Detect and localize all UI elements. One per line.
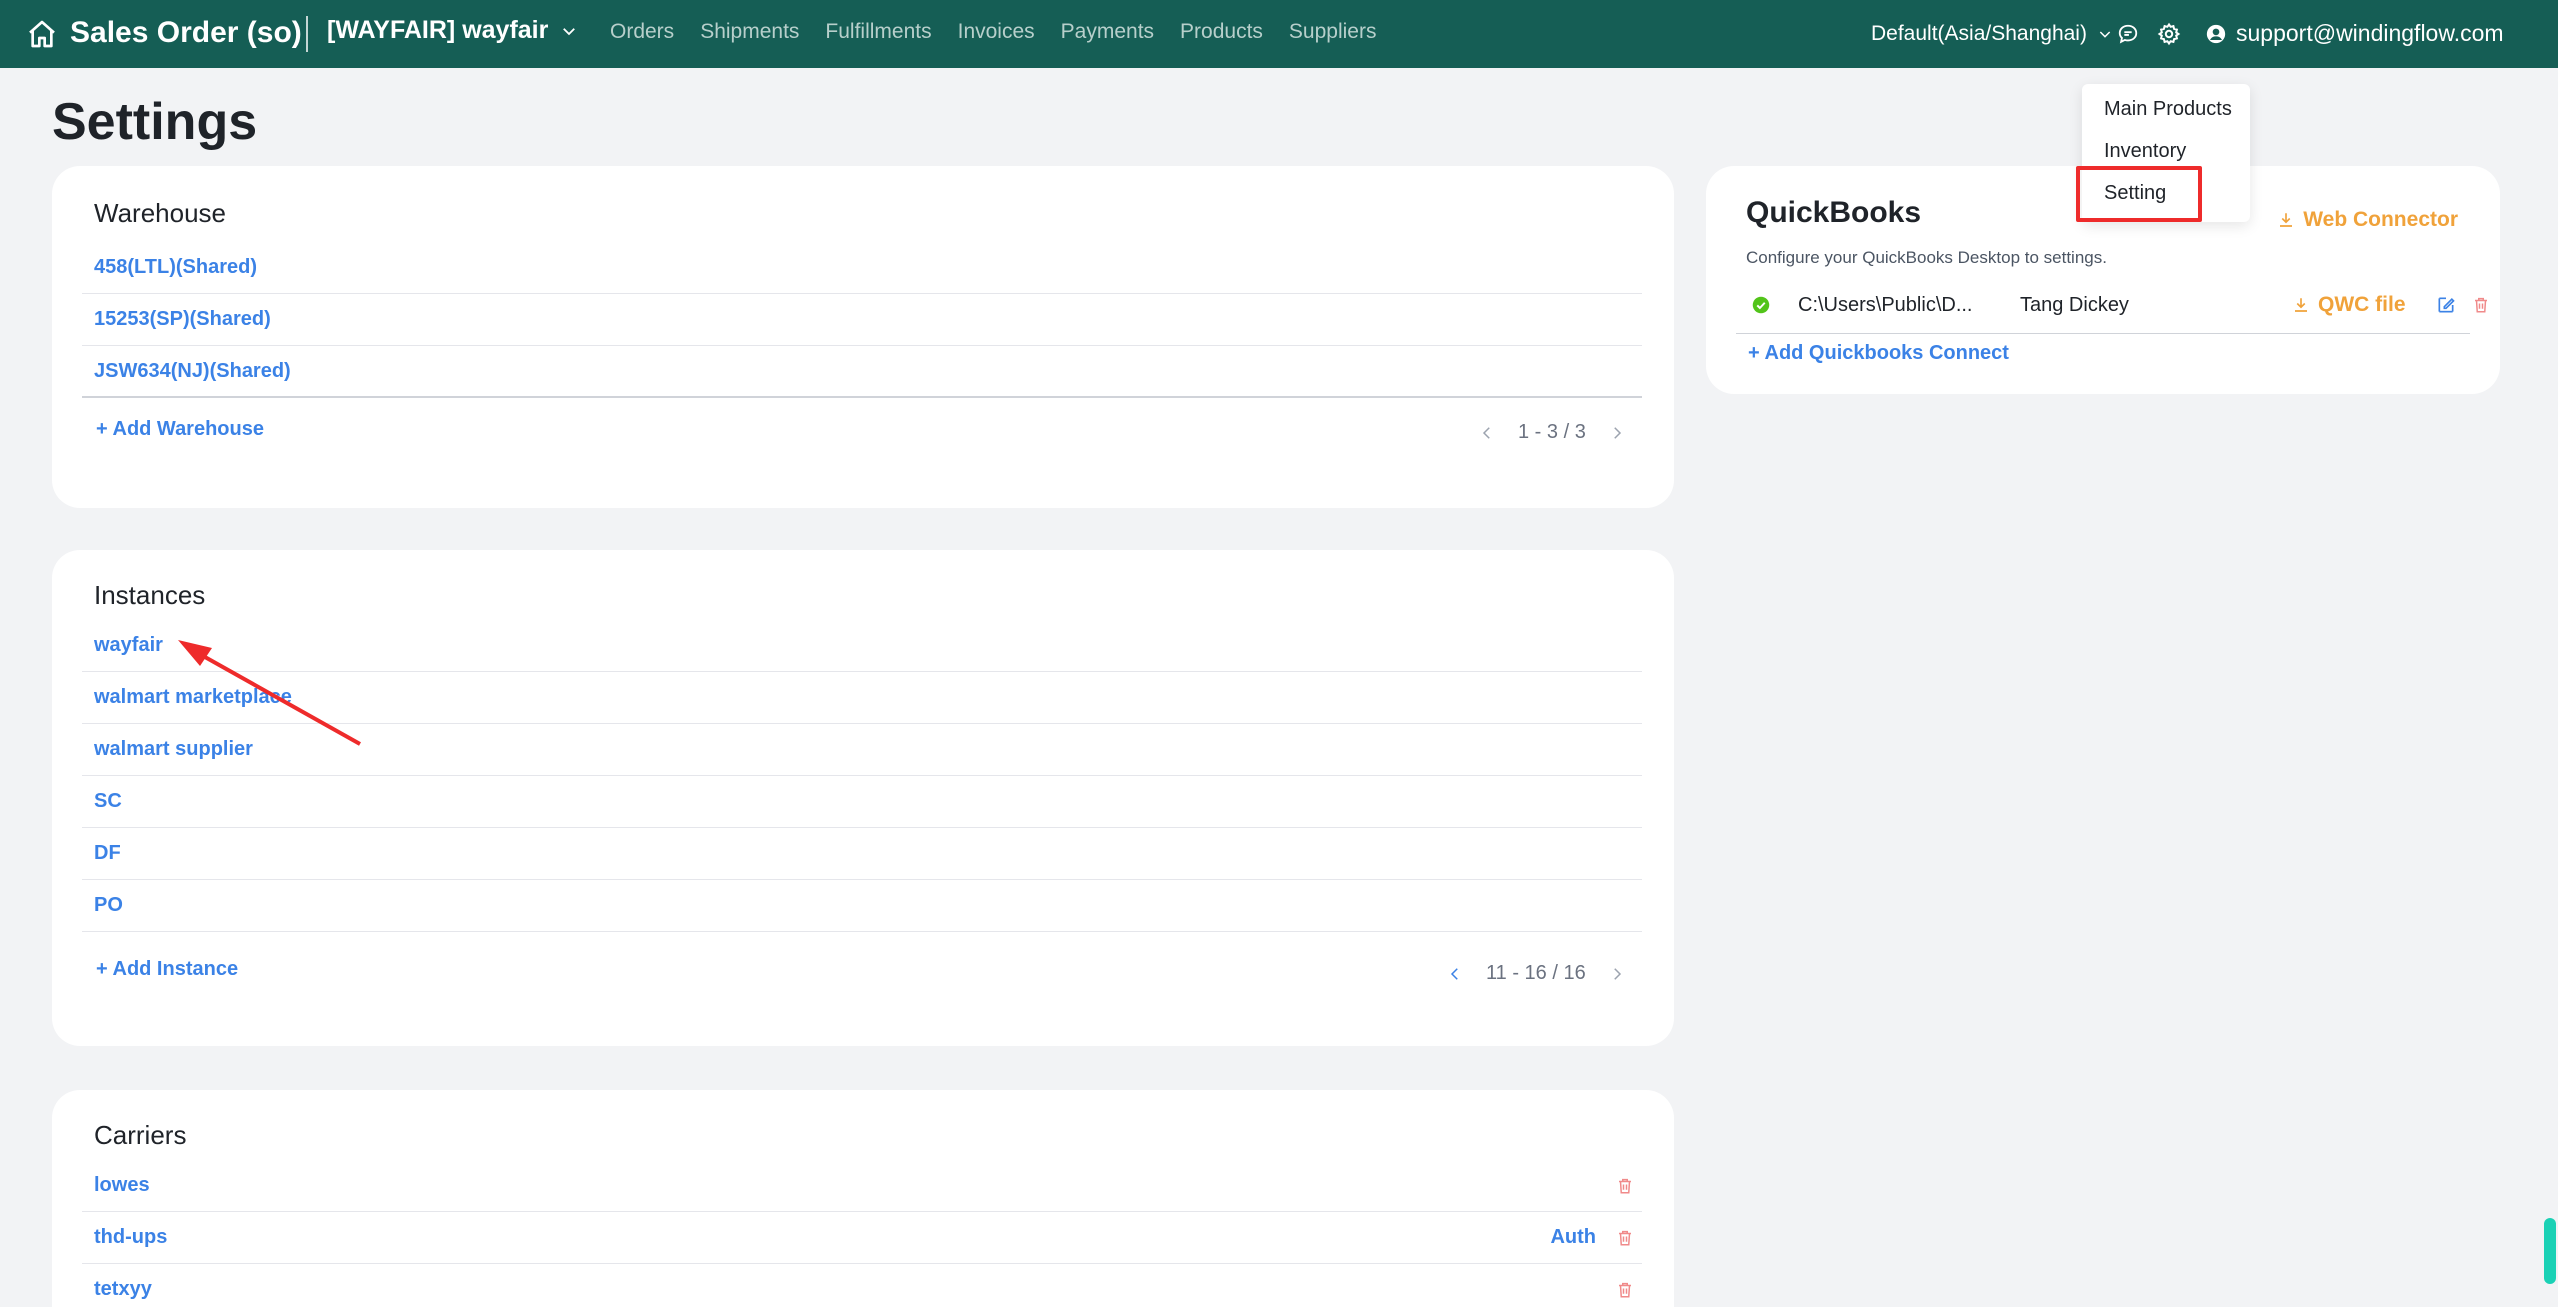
home-icon[interactable] [26,18,58,50]
chevron-right-icon[interactable] [1608,424,1626,442]
download-icon [2295,298,2307,312]
instance-selector-label: [WAYFAIR] wayfair [327,16,549,44]
user-email: support@windingflow.com [2236,20,2504,46]
trash-icon[interactable] [1616,1228,1634,1248]
qwc-file-label: QWC file [2318,293,2406,316]
quickbooks-title: QuickBooks [1746,196,1922,229]
menu-item-inventory[interactable]: Inventory [2104,140,2186,163]
web-connector-label: Web Connector [2303,208,2458,231]
instance-link[interactable]: DF [94,842,121,865]
app-title: Sales Order (so) [70,16,302,49]
instances-card: Instances wayfair walmart marketplace wa… [52,550,1674,1046]
carriers-card: Carriers lowes thd-ups Auth tetxyy [52,1090,1674,1307]
qwc-file-button[interactable]: QWC file [2292,293,2406,317]
carrier-row: tetxyy [82,1264,1642,1307]
instances-title: Instances [94,580,206,610]
chevron-left-icon[interactable] [1478,424,1496,442]
instance-link[interactable]: walmart marketplace [94,686,292,709]
user-icon [2206,24,2226,43]
main-nav: Orders Shipments Fulfillments Invoices P… [610,20,1376,44]
carrier-link[interactable]: thd-ups [94,1226,167,1249]
nav-payments[interactable]: Payments [1061,20,1154,44]
page-title: Settings [52,93,258,151]
instance-row: SC [82,776,1642,828]
web-connector-button[interactable]: Web Connector [2277,208,2458,232]
carrier-auth-button[interactable]: Auth [1550,1226,1596,1249]
chevron-down-icon [2099,31,2111,38]
chevron-down-icon [563,27,576,35]
edit-icon[interactable] [2436,295,2456,315]
connection-path: C:\Users\Public\D... [1798,294,1973,316]
instance-row: walmart supplier [82,724,1642,776]
warehouse-pagination: 1 - 3 / 3 [1478,421,1626,444]
download-icon [2280,213,2293,227]
user-menu[interactable]: support@windingflow.com [2206,20,2504,47]
nav-fulfillments[interactable]: Fulfillments [825,20,931,44]
trash-icon[interactable] [2472,295,2490,315]
nav-shipments[interactable]: Shipments [700,20,799,44]
instance-link[interactable]: SC [94,790,122,813]
nav-suppliers[interactable]: Suppliers [1289,20,1377,44]
instance-row: DF [82,828,1642,880]
warehouse-link[interactable]: 15253(SP)(Shared) [94,308,271,331]
add-instance-button[interactable]: + Add Instance [96,958,238,981]
instance-row: walmart marketplace [82,672,1642,724]
pagination-text: 1 - 3 / 3 [1518,421,1586,443]
quickbooks-connection-row: C:\Users\Public\D... Tang Dickey QWC fil… [1736,278,2487,334]
nav-orders[interactable]: Orders [610,20,674,44]
trash-icon[interactable] [1616,1280,1634,1300]
chevron-right-icon[interactable] [1608,965,1626,983]
top-bar: Sales Order (so) [WAYFAIR] wayfair Order… [0,0,2558,68]
instance-selector[interactable]: [WAYFAIR] wayfair [327,16,578,45]
instance-row: PO [82,880,1642,932]
carrier-row: lowes [82,1160,1642,1212]
trash-icon[interactable] [1616,1176,1634,1196]
warehouse-link[interactable]: 458(LTL)(Shared) [94,256,257,279]
timezone-label: Default(Asia/Shanghai) [1871,22,2087,45]
warehouse-row: 458(LTL)(Shared) [82,242,1642,294]
carrier-row: thd-ups Auth [82,1212,1642,1264]
pagination-text: 11 - 16 / 16 [1486,962,1586,984]
instance-link[interactable]: PO [94,894,123,917]
warehouse-row: 15253(SP)(Shared) [82,294,1642,346]
chat-icon[interactable] [2117,23,2139,45]
instance-link[interactable]: walmart supplier [94,738,253,761]
warehouse-card: Warehouse 458(LTL)(Shared) 15253(SP)(Sha… [52,166,1674,508]
add-warehouse-button[interactable]: + Add Warehouse [96,418,264,441]
scrollbar-thumb[interactable] [2544,1218,2556,1284]
gear-icon[interactable] [2157,22,2181,46]
nav-invoices[interactable]: Invoices [958,20,1035,44]
instance-row: wayfair [82,620,1642,672]
title-divider [306,16,308,52]
instance-link[interactable]: wayfair [94,634,163,657]
menu-item-main-products[interactable]: Main Products [2104,98,2232,121]
nav-products[interactable]: Products [1180,20,1263,44]
annotation-highlight-box [2076,166,2202,222]
carrier-link[interactable]: tetxyy [94,1278,152,1301]
timezone-selector[interactable]: Default(Asia/Shanghai) [1871,22,2113,46]
instances-pagination: 11 - 16 / 16 [1446,962,1626,985]
warehouse-title: Warehouse [94,198,226,228]
quickbooks-description: Configure your QuickBooks Desktop to set… [1746,248,2107,267]
connection-user: Tang Dickey [2020,294,2129,316]
add-quickbooks-connect-button[interactable]: + Add Quickbooks Connect [1748,342,2009,365]
check-circle-icon [1752,296,1770,314]
carriers-title: Carriers [94,1120,187,1150]
warehouse-link[interactable]: JSW634(NJ)(Shared) [94,360,291,383]
warehouse-row: JSW634(NJ)(Shared) [82,346,1642,398]
carrier-link[interactable]: lowes [94,1174,150,1197]
chevron-left-icon[interactable] [1446,965,1464,983]
